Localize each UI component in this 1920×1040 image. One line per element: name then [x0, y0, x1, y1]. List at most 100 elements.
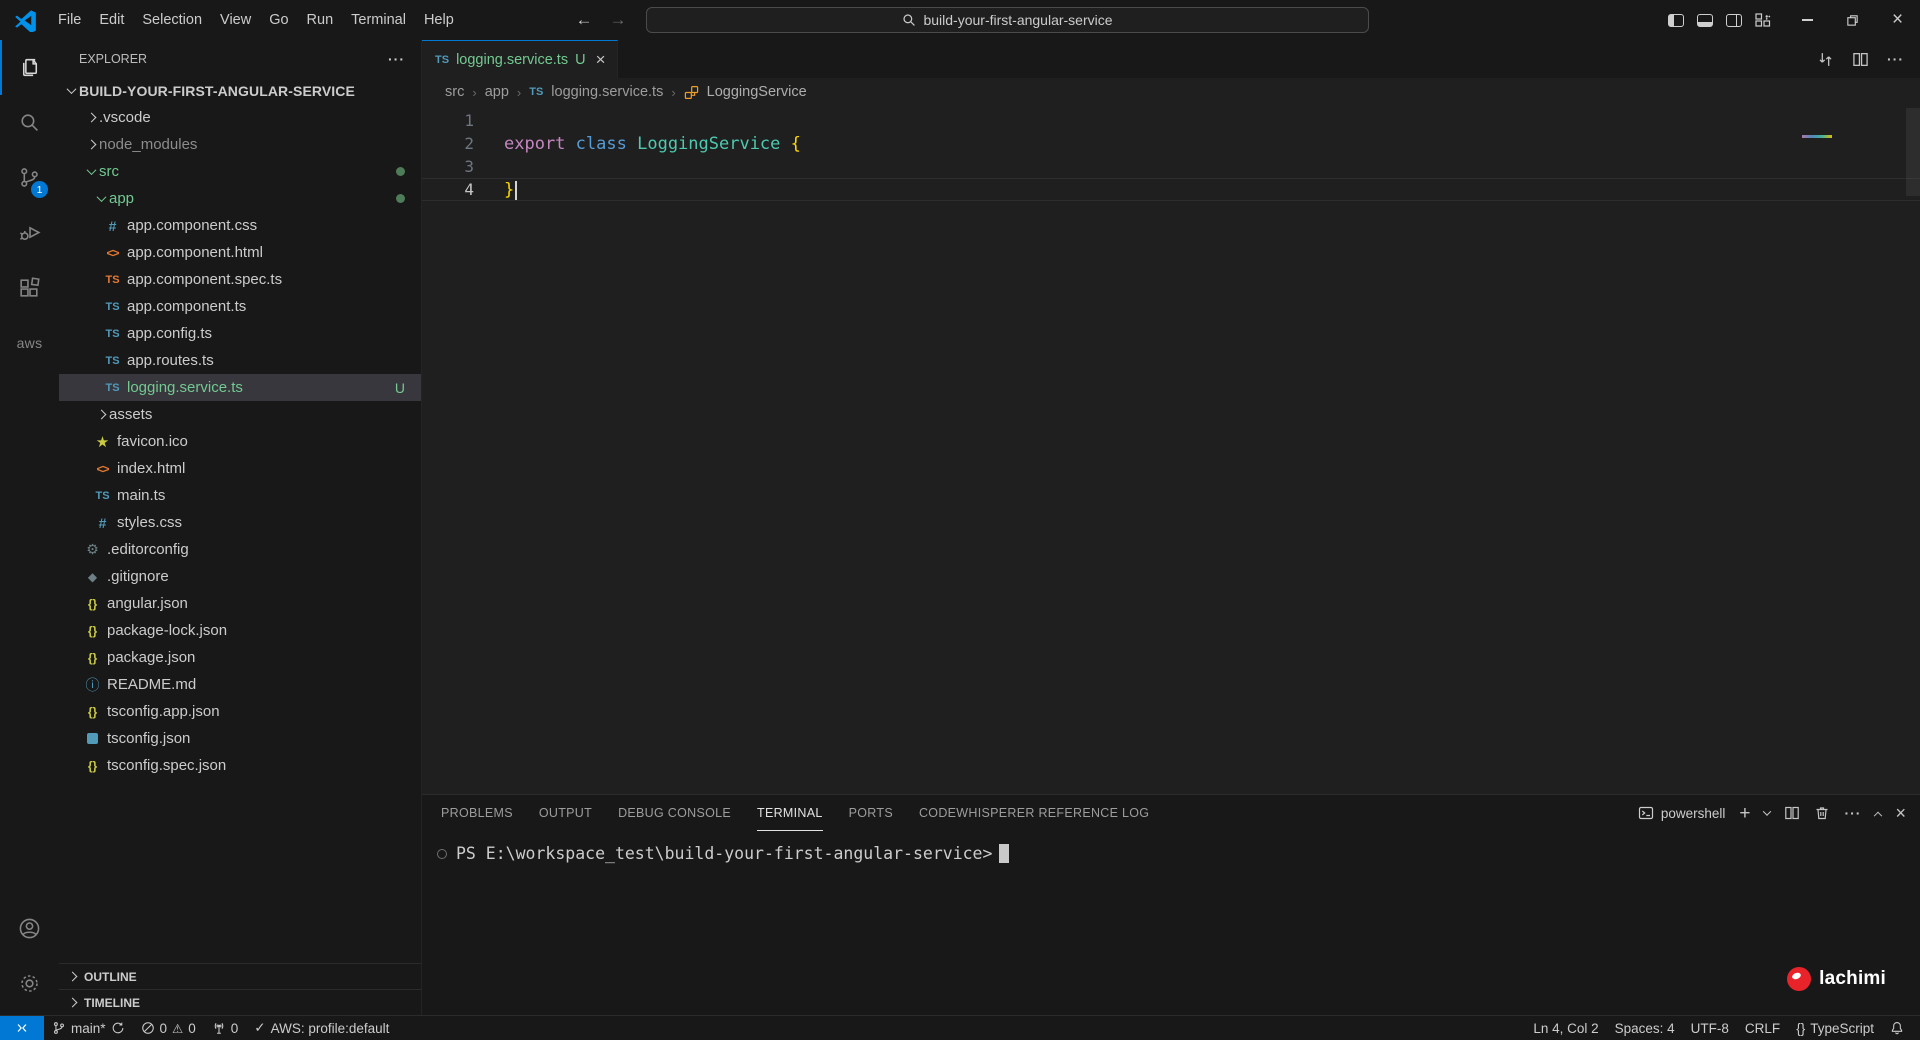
terminal-dropdown-icon[interactable] — [1763, 807, 1771, 815]
menu-go[interactable]: Go — [260, 7, 297, 33]
panel-tab-debug-console[interactable]: DEBUG CONSOLE — [618, 795, 731, 831]
panel-tab-codewhisperer-reference-log[interactable]: CODEWHISPERER REFERENCE LOG — [919, 795, 1149, 831]
menu-selection[interactable]: Selection — [133, 7, 211, 33]
breadcrumb-file[interactable]: logging.service.ts — [551, 84, 663, 100]
remote-indicator[interactable] — [0, 1016, 44, 1040]
tree-item-node-modules[interactable]: node_modules — [59, 131, 421, 158]
indentation-status[interactable]: Spaces: 4 — [1607, 1016, 1683, 1040]
explorer-more-actions-icon[interactable]: ··· — [388, 51, 405, 67]
restore-button[interactable] — [1830, 0, 1875, 40]
tree-item--editorconfig[interactable]: ⚙.editorconfig — [59, 536, 421, 563]
close-panel-icon[interactable]: × — [1895, 803, 1906, 824]
kill-terminal-icon[interactable] — [1814, 805, 1830, 821]
title-bar: FileEditSelectionViewGoRunTerminalHelp ←… — [0, 0, 1920, 40]
git-branch-status[interactable]: main* — [44, 1016, 133, 1040]
tree-item-tsconfig-json[interactable]: tsconfig.json — [59, 725, 421, 752]
code-line-2[interactable]: 2export class LoggingService { — [422, 132, 1920, 155]
breadcrumb-src[interactable]: src — [445, 84, 464, 100]
tree-item-app-component-ts[interactable]: TSapp.component.ts — [59, 293, 421, 320]
code-line-1[interactable]: 1 — [422, 109, 1920, 132]
search-view-icon[interactable] — [0, 95, 59, 150]
close-window-button[interactable]: × — [1875, 0, 1920, 40]
terminal-profile[interactable]: powershell — [1638, 805, 1726, 821]
tree-item-package-json[interactable]: {}package.json — [59, 644, 421, 671]
menu-help[interactable]: Help — [415, 7, 463, 33]
toggle-secondary-sidebar-icon[interactable] — [1726, 14, 1742, 27]
code-line-4[interactable]: 4} — [422, 178, 1920, 201]
run-debug-icon[interactable] — [0, 205, 59, 260]
panel-tab-ports[interactable]: PORTS — [849, 795, 893, 831]
language-mode-status[interactable]: {} TypeScript — [1788, 1016, 1882, 1040]
tree-item-src[interactable]: src — [59, 158, 421, 185]
tree-item-logging-service-ts[interactable]: TSlogging.service.tsU — [59, 374, 421, 401]
customize-layout-icon[interactable] — [1755, 13, 1771, 27]
timeline-section-header[interactable]: TIMELINE — [59, 989, 421, 1015]
tree-item-main-ts[interactable]: TSmain.ts — [59, 482, 421, 509]
tree-item-index-html[interactable]: <>index.html — [59, 455, 421, 482]
split-editor-icon[interactable] — [1852, 51, 1869, 68]
accounts-icon[interactable] — [0, 901, 59, 956]
encoding-status[interactable]: UTF-8 — [1683, 1016, 1737, 1040]
tab-logging-service[interactable]: TS logging.service.ts U × — [422, 40, 618, 78]
tree-item-assets[interactable]: assets — [59, 401, 421, 428]
close-tab-icon[interactable]: × — [596, 51, 606, 68]
tree-item-app[interactable]: app — [59, 185, 421, 212]
tree-item--gitignore[interactable]: ◆.gitignore — [59, 563, 421, 590]
terminal-content[interactable]: PS E:\workspace_test\build-your-first-an… — [422, 831, 1920, 1015]
tree-item-favicon-ico[interactable]: ★favicon.ico — [59, 428, 421, 455]
toggle-panel-icon[interactable] — [1697, 14, 1713, 27]
menu-edit[interactable]: Edit — [90, 7, 133, 33]
tree-item-tsconfig-spec-json[interactable]: {}tsconfig.spec.json — [59, 752, 421, 779]
eol-status[interactable]: CRLF — [1737, 1016, 1788, 1040]
tree-item-angular-json[interactable]: {}angular.json — [59, 590, 421, 617]
scrollbar[interactable] — [1906, 108, 1920, 196]
more-actions-icon[interactable]: ··· — [1887, 51, 1904, 67]
nav-back-icon[interactable]: ← — [570, 10, 598, 30]
minimize-button[interactable] — [1785, 0, 1830, 40]
problems-status[interactable]: 0 ⚠ 0 — [133, 1016, 204, 1040]
nav-forward-icon[interactable]: → — [604, 10, 632, 30]
settings-gear-icon[interactable] — [0, 956, 59, 1011]
tree-item-app-component-css[interactable]: #app.component.css — [59, 212, 421, 239]
ports-status[interactable]: 0 — [204, 1016, 247, 1040]
tree-item-app-component-spec-ts[interactable]: TSapp.component.spec.ts — [59, 266, 421, 293]
command-center-search[interactable]: build-your-first-angular-service — [646, 7, 1369, 33]
code-editor[interactable]: 12export class LoggingService {34} — [422, 106, 1920, 794]
menu-terminal[interactable]: Terminal — [342, 7, 415, 33]
panel-tab-problems[interactable]: PROBLEMS — [441, 795, 513, 831]
new-terminal-icon[interactable]: + — [1739, 804, 1750, 823]
notifications-bell-icon[interactable] — [1882, 1016, 1912, 1040]
tree-item--vscode[interactable]: .vscode — [59, 104, 421, 131]
breadcrumb-app[interactable]: app — [485, 84, 509, 100]
tree-item-app-routes-ts[interactable]: TSapp.routes.ts — [59, 347, 421, 374]
panel-tab-terminal[interactable]: TERMINAL — [757, 795, 823, 831]
open-changes-icon[interactable] — [1817, 51, 1834, 68]
html-file-icon: <> — [93, 462, 112, 476]
menu-run[interactable]: Run — [298, 7, 343, 33]
tree-item-app-config-ts[interactable]: TSapp.config.ts — [59, 320, 421, 347]
panel-tab-output[interactable]: OUTPUT — [539, 795, 592, 831]
panel-more-actions-icon[interactable]: ··· — [1844, 805, 1861, 821]
aws-profile-status[interactable]: ✓ AWS: profile:default — [246, 1016, 397, 1040]
toggle-primary-sidebar-icon[interactable] — [1668, 14, 1684, 27]
tree-item-app-component-html[interactable]: <>app.component.html — [59, 239, 421, 266]
menu-view[interactable]: View — [211, 7, 260, 33]
source-control-icon[interactable]: 1 — [0, 150, 59, 205]
menu-file[interactable]: File — [49, 7, 90, 33]
tree-item-styles-css[interactable]: #styles.css — [59, 509, 421, 536]
split-terminal-icon[interactable] — [1784, 805, 1800, 821]
aws-toolkit-icon[interactable]: aws — [0, 315, 59, 370]
bottom-panel: PROBLEMS OUTPUT DEBUG CONSOLE TERMINAL PORTS… — [422, 794, 1920, 1015]
explorer-icon[interactable] — [0, 40, 59, 95]
cursor-position-status[interactable]: Ln 4, Col 2 — [1525, 1016, 1606, 1040]
minimap[interactable] — [1802, 135, 1832, 138]
tree-item-build-your-first-angular-service[interactable]: BUILD-YOUR-FIRST-ANGULAR-SERVICE — [59, 77, 421, 104]
tree-item-readme-md[interactable]: ⓘREADME.md — [59, 671, 421, 698]
outline-section-header[interactable]: OUTLINE — [59, 963, 421, 989]
tree-item-package-lock-json[interactable]: {}package-lock.json — [59, 617, 421, 644]
code-line-3[interactable]: 3 — [422, 155, 1920, 178]
maximize-panel-icon[interactable] — [1874, 812, 1882, 820]
extensions-icon[interactable] — [0, 260, 59, 315]
breadcrumb-symbol[interactable]: LoggingService — [707, 84, 807, 100]
tree-item-tsconfig-app-json[interactable]: {}tsconfig.app.json — [59, 698, 421, 725]
